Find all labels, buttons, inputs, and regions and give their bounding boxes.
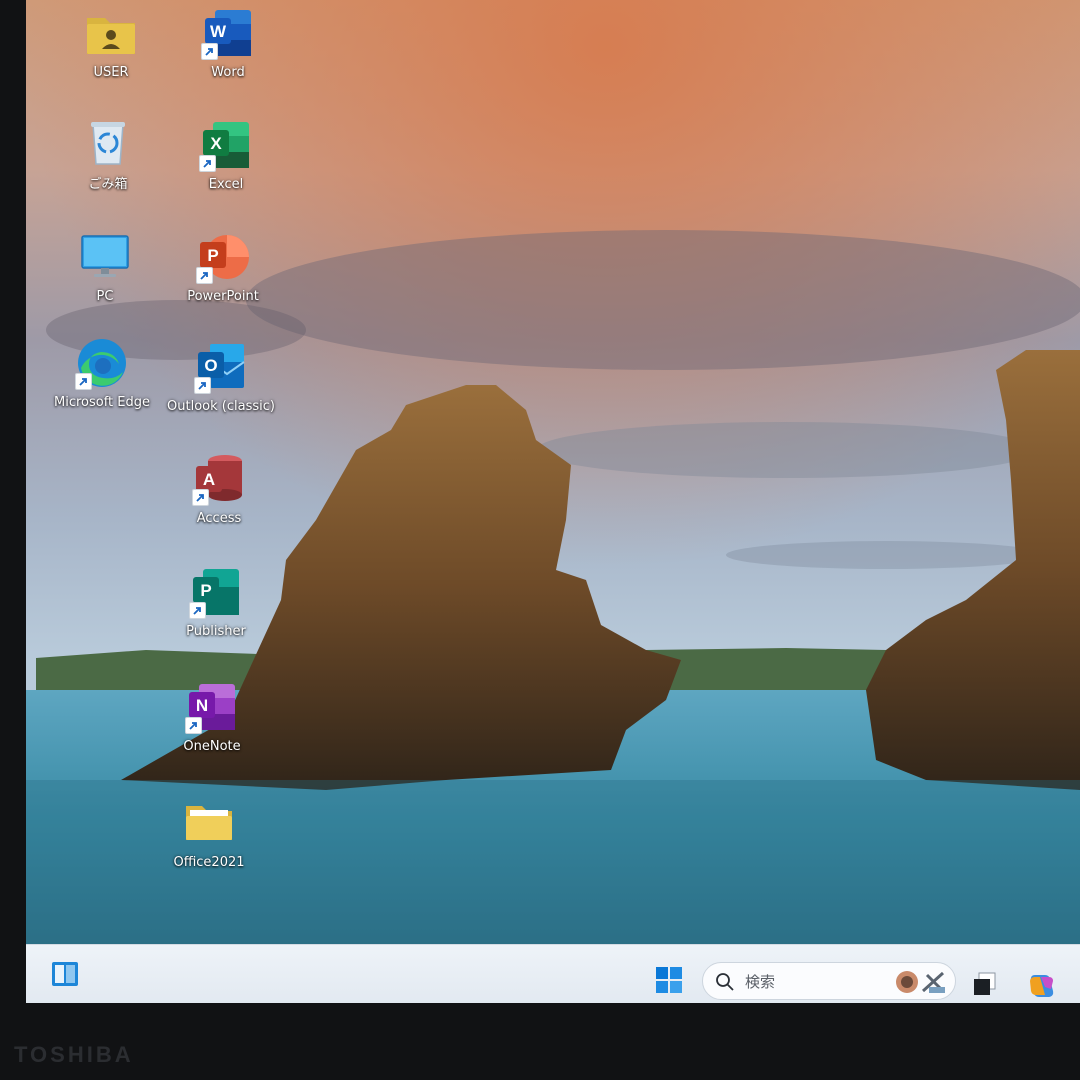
svg-text:N: N — [196, 696, 208, 715]
onenote-icon: N — [185, 680, 239, 734]
search-icon — [716, 973, 734, 991]
desktop-icon-pc[interactable]: PC — [50, 230, 160, 304]
desktop-icon-office2021[interactable]: Office2021 — [154, 796, 264, 870]
shortcut-arrow-icon — [196, 267, 213, 284]
svg-text:W: W — [210, 22, 227, 41]
copilot-button[interactable] — [1026, 971, 1056, 1001]
desktop-icon-onenote[interactable]: N OneNote — [157, 680, 267, 754]
search-highlight-icon — [896, 971, 945, 993]
shortcut-arrow-icon — [185, 717, 202, 734]
powerpoint-icon: P — [196, 230, 250, 284]
widgets-button[interactable] — [50, 959, 80, 989]
copilot-icon — [1030, 975, 1054, 997]
shortcut-arrow-icon — [189, 602, 206, 619]
screen: USER W Word ごみ箱 X Excel PC P PowerPoint — [26, 0, 1080, 1003]
search-input[interactable] — [743, 970, 897, 994]
desktop-icon-word[interactable]: W Word — [173, 6, 283, 80]
svg-text:P: P — [200, 581, 211, 600]
desktop-icon-recycle-bin[interactable]: ごみ箱 — [53, 118, 163, 192]
svg-text:A: A — [203, 470, 215, 489]
desktop-icon-access[interactable]: A Access — [164, 452, 274, 526]
taskbar — [26, 944, 1080, 1003]
excel-icon: X — [199, 118, 253, 172]
outlook-icon: O — [194, 340, 248, 394]
desktop-icon-publisher[interactable]: P Publisher — [161, 565, 271, 639]
access-icon: A — [192, 452, 246, 506]
start-button[interactable] — [654, 965, 684, 995]
task-view-icon — [974, 972, 996, 995]
svg-text:X: X — [210, 134, 222, 153]
taskbar-search-box[interactable] — [702, 962, 956, 1000]
word-icon: W — [201, 6, 255, 60]
desktop-icon-excel[interactable]: X Excel — [171, 118, 281, 192]
desktop-icon-powerpoint[interactable]: P PowerPoint — [168, 230, 278, 304]
task-view-button[interactable] — [972, 971, 998, 997]
brand-logo: TOSHIBA — [14, 1042, 134, 1067]
shortcut-arrow-icon — [201, 43, 218, 60]
user-folder-icon — [84, 6, 138, 60]
windows-start-icon — [656, 967, 682, 993]
svg-text:P: P — [207, 246, 218, 265]
publisher-icon: P — [189, 565, 243, 619]
shortcut-arrow-icon — [194, 377, 211, 394]
edge-icon — [75, 336, 129, 390]
folder-icon — [182, 796, 236, 850]
desktop-icon-outlook[interactable]: O Outlook (classic) — [166, 340, 276, 414]
shortcut-arrow-icon — [192, 489, 209, 506]
desktop-icon-user[interactable]: USER — [56, 6, 166, 80]
widgets-icon — [52, 962, 78, 986]
recycle-bin-icon — [81, 118, 135, 172]
pc-monitor-icon — [78, 230, 132, 284]
svg-text:O: O — [204, 356, 217, 375]
desktop-icon-edge[interactable]: Microsoft Edge — [47, 336, 157, 410]
shortcut-arrow-icon — [199, 155, 216, 172]
shortcut-arrow-icon — [75, 373, 92, 390]
